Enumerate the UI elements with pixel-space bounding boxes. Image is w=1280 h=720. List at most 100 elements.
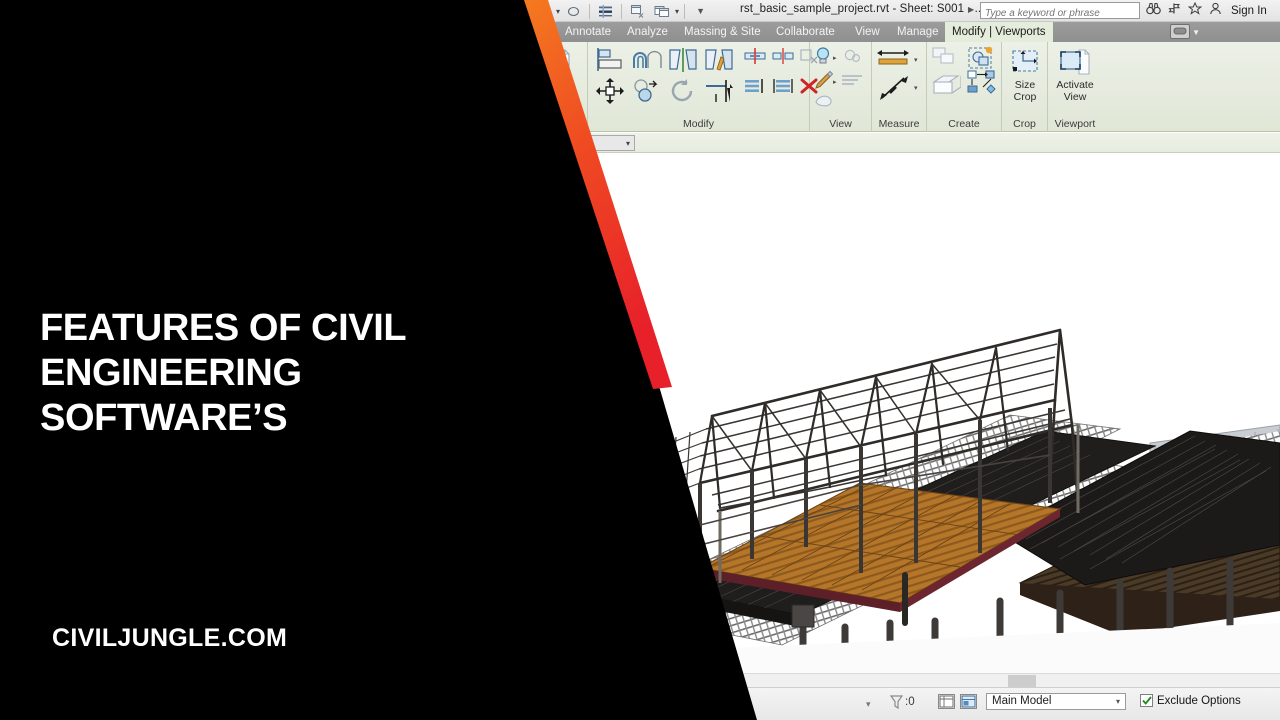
panel-body xyxy=(927,42,1001,115)
checkbox-box[interactable] xyxy=(1140,694,1153,707)
close-hidden-windows-icon[interactable] xyxy=(627,2,648,21)
switch-windows-icon[interactable] xyxy=(651,2,672,21)
tab-view[interactable]: View xyxy=(848,22,887,42)
design-options-dropdown[interactable]: Main Model ▾ xyxy=(986,693,1126,710)
quick-access-toolbar[interactable]: A ▾ ▾ ▼ xyxy=(500,1,711,21)
ribbon-tab-bar: rt Annotate Analyze Massing & Site Colla… xyxy=(0,22,1280,42)
panel-title-view: View xyxy=(829,118,852,130)
rotate-icon[interactable] xyxy=(668,78,696,104)
ribbon-display-options-icon[interactable] xyxy=(1170,24,1190,39)
scrollbar-thumb[interactable] xyxy=(1008,675,1036,687)
default-3d-view-icon[interactable] xyxy=(532,2,553,21)
align-icon[interactable] xyxy=(596,47,624,73)
hide-elements-icon[interactable] xyxy=(843,47,863,65)
ribbon-panel-measure: ▾ ▾ Measure xyxy=(872,42,927,132)
move-icon[interactable] xyxy=(596,78,624,104)
chevron-down-icon[interactable]: ▸ xyxy=(833,54,837,62)
horizontal-scrollbar[interactable] xyxy=(0,673,1280,687)
measure-along-element-icon[interactable] xyxy=(878,74,910,102)
activate-view-label-2: View xyxy=(1063,90,1087,103)
paint-icon[interactable] xyxy=(552,76,572,94)
title-dropdown-icon[interactable]: ▶ xyxy=(968,5,974,14)
divider xyxy=(526,3,527,19)
mirror-pick-axis-icon[interactable] xyxy=(668,47,698,73)
activate-view-button[interactable]: Activate View xyxy=(1050,44,1100,103)
document-title: rst_basic_sample_project.rvt - Sheet: S0… xyxy=(740,3,985,15)
size-crop-label-1: Size xyxy=(1014,79,1036,91)
options-bar-dropdown[interactable]: ▾ xyxy=(560,135,635,151)
chevron-down-icon[interactable]: ▾ xyxy=(866,699,871,710)
text-icon[interactable]: A xyxy=(500,2,521,21)
panel-title-crop: Crop xyxy=(1013,118,1036,130)
chevron-down-icon[interactable]: ▾ xyxy=(556,7,560,16)
account-tray[interactable]: Sign In xyxy=(1146,1,1267,19)
tab-insert[interactable]: rt xyxy=(528,22,549,42)
tab-manage[interactable]: Manage xyxy=(890,22,946,42)
panel-body xyxy=(530,42,587,115)
search-input[interactable] xyxy=(980,2,1140,21)
chevron-down-icon[interactable]: ▾ xyxy=(675,7,679,16)
panel-title-create: Create xyxy=(948,118,980,130)
exclude-options-checkbox[interactable]: Exclude Options xyxy=(1140,694,1241,707)
tab-analyze[interactable]: Analyze xyxy=(620,22,675,42)
filter-icon[interactable] xyxy=(889,695,904,712)
view-cut-profile-icon[interactable] xyxy=(814,92,834,108)
panel-body: Size Crop xyxy=(1002,42,1047,115)
help-signpost-icon[interactable] xyxy=(1168,2,1181,19)
tab-modify-viewports[interactable]: Modify | Viewports xyxy=(945,22,1053,42)
search-input-field[interactable] xyxy=(981,6,1139,21)
panel-body xyxy=(588,42,818,115)
trim-extend-icon[interactable] xyxy=(704,78,734,104)
ribbon-panel-create: Create xyxy=(927,42,1002,132)
create-assembly-icon[interactable] xyxy=(967,70,997,96)
poster-canvas: A ▾ ▾ ▼ rst_basic_sample_project.rvt - S… xyxy=(0,0,1280,720)
customize-qat-icon[interactable]: ▼ xyxy=(690,2,711,21)
lightbulb-reveal-icon[interactable] xyxy=(814,46,832,66)
search-binoculars-icon[interactable] xyxy=(1146,2,1161,19)
section-icon[interactable] xyxy=(563,2,584,21)
title-bar: A ▾ ▾ ▼ rst_basic_sample_project.rvt - S… xyxy=(0,0,1280,22)
ribbon-panel-viewport: Activate View Viewport xyxy=(1048,42,1102,132)
options-bar: ▾ xyxy=(0,133,1280,153)
model-list-icon[interactable] xyxy=(938,694,955,709)
array-icon[interactable] xyxy=(744,78,766,94)
selection-count: :0 xyxy=(905,696,915,708)
linework-icon[interactable] xyxy=(841,73,863,87)
create-part-icon[interactable] xyxy=(931,72,961,98)
copy-icon[interactable] xyxy=(632,78,660,104)
offset-icon[interactable] xyxy=(632,47,662,73)
tab-collaborate[interactable]: Collaborate xyxy=(769,22,842,42)
sign-in-button[interactable]: Sign In xyxy=(1231,5,1267,17)
chevron-down-icon[interactable]: ▸ xyxy=(833,78,837,86)
create-similar-icon[interactable] xyxy=(931,46,959,70)
ribbon-panel-modify: Modify xyxy=(588,42,818,132)
account-person-icon[interactable] xyxy=(1209,2,1222,19)
properties-icon[interactable] xyxy=(552,48,572,68)
ribbon-panel-crop: Size Crop Crop xyxy=(1002,42,1048,132)
size-crop-label-2: Crop xyxy=(1013,90,1037,103)
status-bar: ▾ :0 Main Model ▾ Exclude Options xyxy=(0,687,1280,720)
favorites-star-icon[interactable] xyxy=(1187,1,1203,19)
chevron-down-icon[interactable]: ▼ xyxy=(1192,28,1200,37)
scale-icon[interactable] xyxy=(772,78,794,94)
tab-annotate[interactable]: Annotate xyxy=(558,22,618,42)
worksets-icon[interactable] xyxy=(960,694,977,709)
mirror-draw-axis-icon[interactable] xyxy=(704,47,734,73)
thin-lines-icon[interactable] xyxy=(595,2,616,21)
create-group-icon[interactable] xyxy=(967,45,997,71)
design-options-value: Main Model xyxy=(992,695,1052,707)
tab-massing-site[interactable]: Massing & Site xyxy=(677,22,768,42)
measure-between-references-icon[interactable] xyxy=(876,47,910,69)
ribbon-panel-properties xyxy=(530,42,588,132)
size-crop-button[interactable]: Size Crop xyxy=(1002,44,1048,103)
activate-view-icon xyxy=(1050,44,1100,80)
site-watermark: CIVILJUNGLE.COM xyxy=(52,624,288,652)
split-with-gap-icon[interactable] xyxy=(772,48,794,64)
chevron-down-icon[interactable]: ▾ xyxy=(914,56,918,64)
match-properties-icon[interactable] xyxy=(814,70,834,90)
chevron-down-icon[interactable]: ▾ xyxy=(914,84,918,92)
chevron-down-icon[interactable]: ▾ xyxy=(626,139,630,148)
ribbon-panel-view: ▸ ▸ View xyxy=(810,42,872,132)
split-element-icon[interactable] xyxy=(744,48,766,64)
chevron-down-icon[interactable]: ▾ xyxy=(1116,697,1120,706)
